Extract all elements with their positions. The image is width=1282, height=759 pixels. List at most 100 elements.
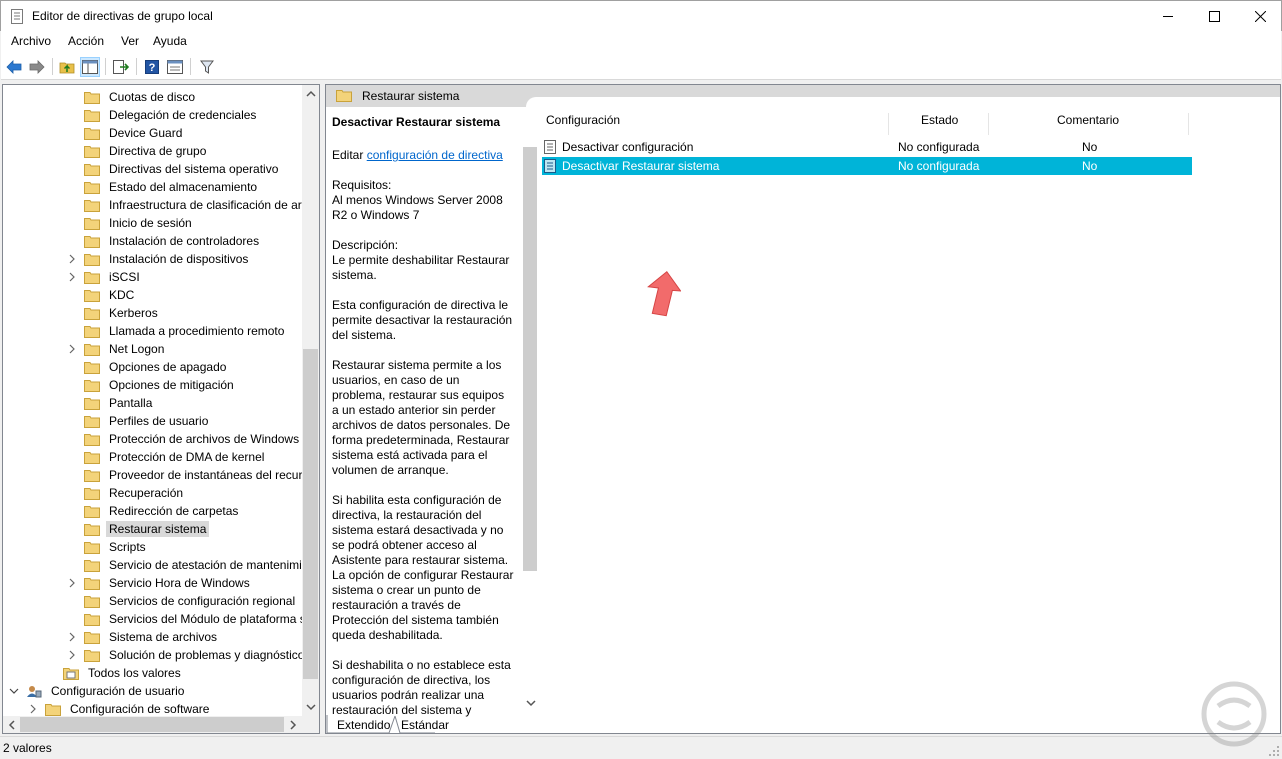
tree-item[interactable]: Infraestructura de clasificación de arch [66, 196, 317, 214]
minimize-button[interactable] [1145, 1, 1191, 32]
tree-hscroll-thumb[interactable] [20, 717, 284, 732]
menu-accion[interactable]: Acción [68, 34, 104, 48]
tree-item-label: Delegación de credenciales [109, 108, 257, 122]
tree-item[interactable]: Net Logon [66, 340, 167, 358]
maximize-button[interactable] [1191, 1, 1237, 32]
tree-item[interactable]: Directiva de grupo [66, 142, 209, 160]
tree-scroll-down[interactable] [302, 699, 319, 716]
description-scroll-down[interactable] [522, 695, 539, 712]
tree-scroll-right[interactable] [285, 716, 302, 733]
tree-item[interactable]: Servicios del Módulo de plataforma se [66, 610, 315, 628]
policy-row-selected[interactable]: Desactivar Restaurar sistema No configur… [542, 157, 1192, 175]
back-button[interactable] [4, 57, 24, 77]
folder-icon [84, 325, 100, 338]
column-header-configuracion[interactable]: Configuración [546, 113, 620, 139]
tree-item[interactable]: Protección de DMA de kernel [66, 448, 267, 466]
tree-item[interactable]: Delegación de credenciales [66, 106, 259, 124]
chevron-right-icon[interactable] [69, 578, 76, 588]
show-hide-tree-button[interactable] [80, 57, 100, 77]
tree-vscroll-thumb[interactable] [303, 349, 318, 679]
filter-icon [200, 60, 214, 74]
folder-icon [84, 217, 100, 230]
tree-item[interactable]: Opciones de mitigación [66, 376, 237, 394]
folder-icon [84, 541, 100, 554]
tree-scroll-up[interactable] [302, 85, 319, 102]
tree-item[interactable]: iSCSI [66, 268, 143, 286]
chevron-right-icon[interactable] [69, 632, 76, 642]
tree-item-label: Opciones de apagado [109, 360, 227, 374]
tree-item[interactable]: Cuotas de disco [66, 88, 198, 106]
tree-item-label: Servicios de configuración regional [109, 594, 296, 608]
tree-item-label: Servicios del Módulo de plataforma se [109, 612, 313, 626]
tree-item[interactable]: Pantalla [66, 394, 155, 412]
description-text-5: Si deshabilita o no establece esta confi… [332, 658, 511, 717]
tree-item[interactable]: Llamada a procedimiento remoto [66, 322, 287, 340]
tree-horizontal-scrollbar[interactable] [3, 716, 319, 733]
tree-item[interactable]: Servicios de configuración regional [66, 592, 298, 610]
folder-icon [84, 379, 100, 392]
policy-row[interactable]: Desactivar configuración No configurada … [542, 138, 1192, 156]
tree-item[interactable]: Redirección de carpetas [66, 502, 241, 520]
description-scroll-thumb[interactable] [523, 147, 537, 571]
tab-estandar[interactable]: Estándar [401, 715, 449, 735]
folder-icon [84, 253, 100, 266]
tree-item-label: Opciones de mitigación [109, 378, 234, 392]
tree-item[interactable]: Inicio de sesión [66, 214, 195, 232]
tree-item[interactable]: Instalación de controladores [66, 232, 262, 250]
tree-scroll-left[interactable] [3, 716, 20, 733]
forward-button[interactable] [27, 57, 47, 77]
tree-item[interactable]: Instalación de dispositivos [66, 250, 251, 268]
folder-icon [84, 271, 100, 284]
properties-button[interactable] [165, 57, 185, 77]
tree-item[interactable]: Perfiles de usuario [66, 412, 211, 430]
tree-item[interactable]: Solución de problemas y diagnósticos [66, 646, 313, 664]
tree-item[interactable]: Device Guard [66, 124, 185, 142]
policy-setting-icon [544, 159, 556, 173]
tree-item-label: iSCSI [109, 270, 140, 284]
close-button[interactable] [1237, 1, 1282, 32]
tree-item[interactable]: Proveedor de instantáneas del recurso [66, 466, 318, 484]
filter-button[interactable] [197, 57, 217, 77]
chevron-down-icon[interactable] [9, 688, 19, 695]
description-text-3: Restaurar sistema permite a los usuarios… [332, 358, 511, 477]
tree-item[interactable]: Opciones de apagado [66, 358, 229, 376]
export-list-button[interactable] [111, 57, 131, 77]
menu-archivo[interactable]: Archivo [11, 34, 51, 48]
tree-item[interactable]: Estado del almacenamiento [66, 178, 260, 196]
tree-item[interactable]: Protección de archivos de Windows [66, 430, 302, 448]
help-button[interactable]: ? [142, 57, 162, 77]
folder-icon [84, 487, 100, 500]
tree-item[interactable]: Sistema de archivos [66, 628, 220, 646]
chevron-right-icon[interactable] [30, 704, 37, 714]
tree-item[interactable]: Kerberos [66, 304, 161, 322]
menu-ver[interactable]: Ver [121, 34, 139, 48]
column-header-comentario[interactable]: Comentario [1057, 113, 1119, 139]
up-level-button[interactable] [57, 57, 77, 77]
tree-item[interactable]: Servicio de atestación de mantenimien [66, 556, 318, 574]
tree-vertical-scrollbar[interactable] [302, 85, 319, 716]
chevron-right-icon[interactable] [69, 650, 76, 660]
edit-policy-link[interactable]: configuración de directiva [367, 148, 503, 162]
tree-pane[interactable]: Cuotas de disco Delegación de credenciale… [2, 84, 320, 734]
folder-icon [84, 91, 100, 104]
tree-item[interactable]: Recuperación [66, 484, 186, 502]
tree-item-user-config[interactable]: Configuración de usuario [8, 682, 187, 700]
chevron-right-icon[interactable] [69, 254, 76, 264]
column-header-estado[interactable]: Estado [921, 113, 958, 139]
policy-name: Desactivar configuración [562, 140, 694, 154]
tree-item[interactable]: Servicio Hora de Windows [66, 574, 253, 592]
folder-icon [84, 613, 100, 626]
tree-item-label: Perfiles de usuario [109, 414, 209, 428]
tree-item[interactable]: Directivas del sistema operativo [66, 160, 281, 178]
tree-item[interactable]: Restaurar sistema [66, 520, 210, 538]
folder-icon [84, 307, 100, 320]
tree-item-all-values[interactable]: Todos los valores [63, 664, 184, 682]
tab-extendido[interactable]: Extendido [337, 715, 390, 735]
tree-item[interactable]: Scripts [66, 538, 149, 556]
tree-item[interactable]: KDC [66, 286, 137, 304]
chevron-right-icon[interactable] [69, 344, 76, 354]
help-icon: ? [145, 60, 159, 74]
menu-ayuda[interactable]: Ayuda [153, 34, 187, 48]
chevron-right-icon[interactable] [69, 272, 76, 282]
description-scrollbar[interactable] [522, 107, 539, 717]
